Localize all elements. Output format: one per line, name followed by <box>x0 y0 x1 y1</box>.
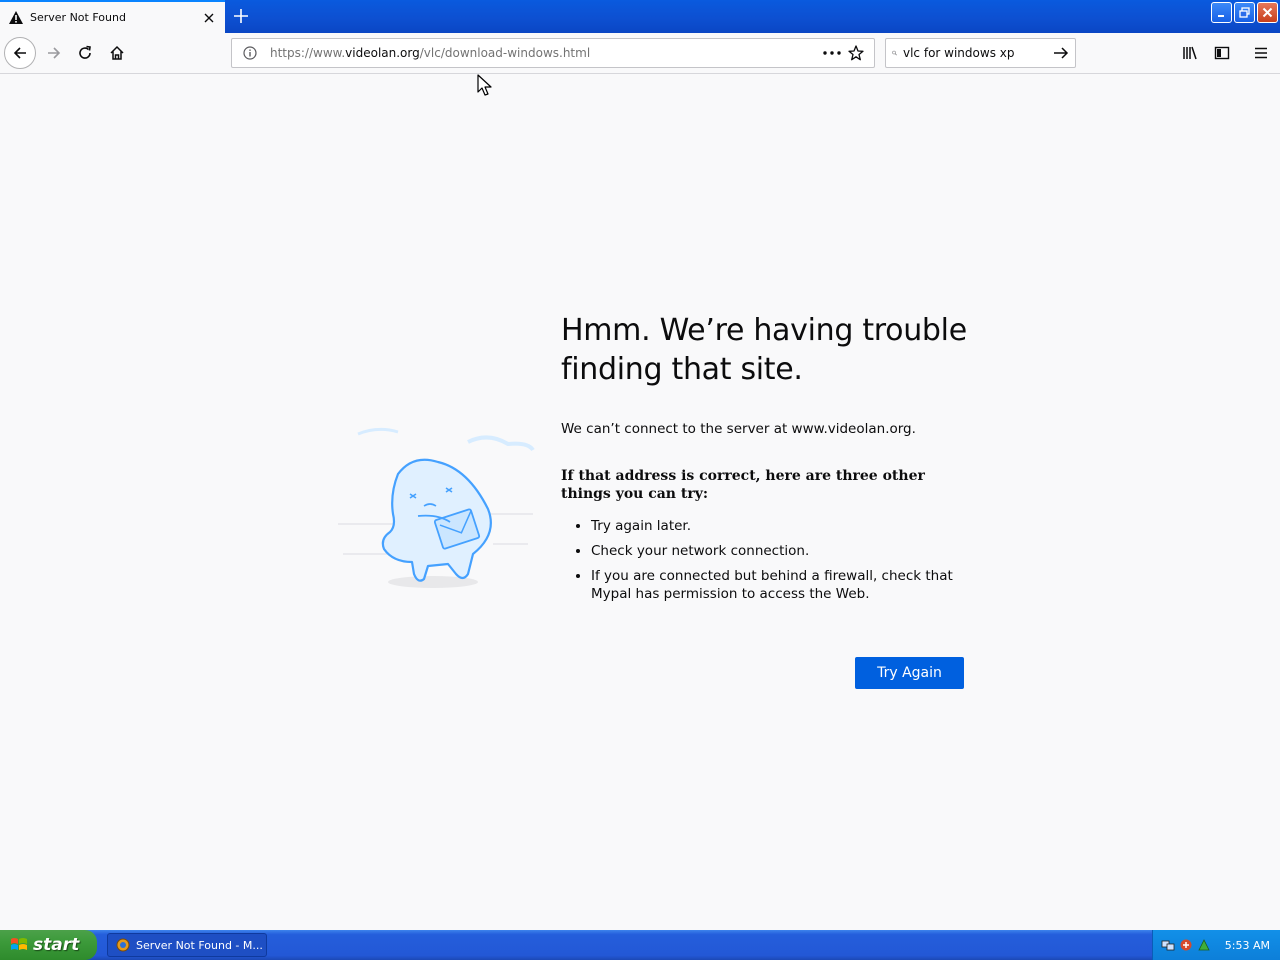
bookmark-star-icon[interactable] <box>844 41 868 65</box>
url-host: videolan.org <box>345 46 420 60</box>
page-actions-icon[interactable] <box>820 41 844 65</box>
search-icon <box>892 50 897 56</box>
window-close-icon[interactable] <box>1257 2 1278 23</box>
reload-icon <box>79 45 91 59</box>
menu-button[interactable] <box>1245 37 1277 69</box>
windows-logo-icon <box>11 938 27 950</box>
search-input[interactable] <box>903 46 1053 60</box>
home-icon <box>110 45 124 60</box>
update-tray-icon[interactable] <box>1197 938 1211 952</box>
restore-icon[interactable] <box>1234 2 1255 23</box>
error-message-block: Hmm. We’re having trouble finding that s… <box>561 311 971 610</box>
list-item: Check your network connection. <box>591 542 971 560</box>
sidebar-icon <box>1214 46 1230 60</box>
url-path: /vlc/download-windows.html <box>419 46 591 60</box>
start-label: start <box>33 935 80 955</box>
taskbar-item-title: Server Not Found - M... <box>136 938 263 952</box>
error-title: Hmm. We’re having trouble finding that s… <box>561 313 967 387</box>
reload-button[interactable] <box>69 37 101 69</box>
tab-strip: Server Not Found <box>0 0 1280 33</box>
search-bar[interactable] <box>885 38 1076 68</box>
minimize-icon[interactable] <box>1211 2 1232 23</box>
confused-monster-illustration <box>338 427 535 588</box>
new-tab-icon[interactable] <box>229 4 253 28</box>
url-bar[interactable]: https://www.videolan.org/vlc/download-wi… <box>231 38 875 68</box>
error-hint: If that address is correct, here are thr… <box>561 468 925 502</box>
system-tray: 5:53 AM <box>1152 930 1280 960</box>
clock: 5:53 AM <box>1224 938 1270 952</box>
tab-title: Server Not Found <box>30 11 126 24</box>
library-icon <box>1183 46 1197 60</box>
site-info-icon[interactable] <box>238 41 262 65</box>
error-description: We can’t connect to the server at www.vi… <box>561 421 916 437</box>
url-prefix: https://www. <box>270 46 346 60</box>
nav-bar: https://www.videolan.org/vlc/download-wi… <box>0 33 1280 74</box>
home-button[interactable] <box>101 37 133 69</box>
browser-app-icon <box>116 938 130 952</box>
warning-icon <box>9 10 23 24</box>
sidebar-button[interactable] <box>1206 37 1238 69</box>
forward-arrow-icon <box>48 47 61 59</box>
tab-close-icon[interactable] <box>201 10 217 26</box>
network-tray-icon[interactable] <box>1161 938 1175 952</box>
search-go-icon[interactable] <box>1053 41 1069 65</box>
taskbar-item-browser[interactable]: Server Not Found - M... <box>107 933 267 957</box>
back-button[interactable] <box>4 37 36 69</box>
back-arrow-icon <box>13 47 26 59</box>
start-button[interactable]: start <box>0 930 97 960</box>
list-item: Try again later. <box>591 517 971 535</box>
suggestion-list: Try again later. Check your network conn… <box>561 517 971 603</box>
library-button[interactable] <box>1174 37 1206 69</box>
try-again-button[interactable]: Try Again <box>855 657 964 689</box>
list-item: If you are connected but behind a firewa… <box>591 567 971 603</box>
mouse-cursor-icon <box>477 74 492 96</box>
security-tray-icon[interactable] <box>1179 938 1193 952</box>
url-text[interactable]: https://www.videolan.org/vlc/download-wi… <box>270 46 820 60</box>
tab-server-not-found[interactable]: Server Not Found <box>0 0 225 33</box>
taskbar: start Server Not Found - M... 5:53 AM <box>0 930 1280 960</box>
forward-button[interactable] <box>38 37 70 69</box>
hamburger-menu-icon <box>1255 47 1267 59</box>
window-controls <box>1211 2 1278 23</box>
